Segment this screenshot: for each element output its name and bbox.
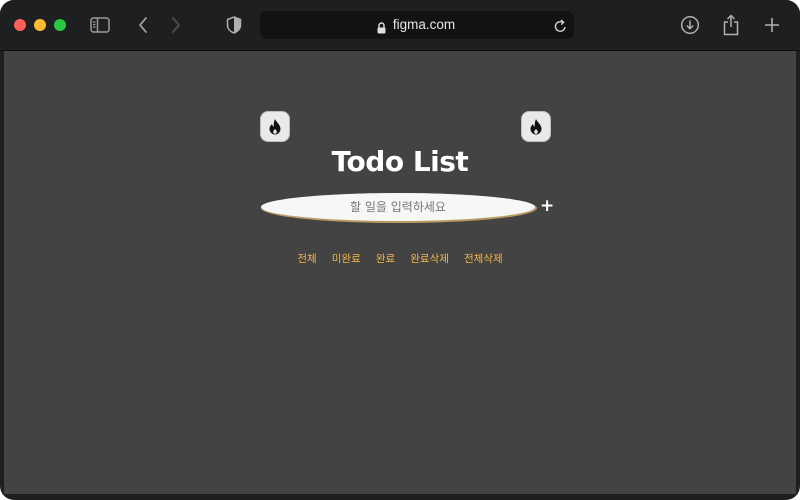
add-todo-button[interactable]: + — [540, 196, 554, 216]
todo-input[interactable] — [261, 193, 535, 221]
shield-icon[interactable] — [223, 14, 245, 36]
download-icon[interactable] — [679, 14, 701, 36]
fire-icon — [260, 111, 290, 142]
address-bar[interactable]: figma.com — [260, 11, 574, 39]
plus-icon[interactable] — [761, 14, 783, 36]
filter-incomplete-button[interactable]: 미완료 — [332, 251, 361, 266]
filter-complete-button[interactable]: 완료 — [376, 251, 395, 266]
page-content: Todo List + 전체 미완료 완료 완료삭제 전체삭제 — [4, 51, 796, 494]
maximize-window-button[interactable] — [54, 19, 66, 31]
reload-icon[interactable] — [554, 18, 567, 37]
url-text: figma.com — [392, 17, 456, 32]
delete-all-button[interactable]: 전체삭제 — [464, 251, 503, 266]
fire-icon — [521, 111, 551, 142]
filter-all-button[interactable]: 전체 — [297, 251, 316, 266]
sidebar-icon[interactable] — [89, 14, 111, 36]
page-title: Todo List — [331, 145, 469, 178]
todo-input-wrapper — [261, 193, 537, 223]
browser-toolbar: figma.com — [0, 0, 800, 51]
chevron-right-icon[interactable] — [165, 14, 187, 36]
minimize-window-button[interactable] — [34, 19, 46, 31]
filter-bar: 전체 미완료 완료 완료삭제 전체삭제 — [4, 247, 796, 266]
share-icon[interactable] — [720, 14, 742, 36]
close-window-button[interactable] — [14, 19, 26, 31]
browser-window: figma.com Todo List + 전체 미완료 — [0, 0, 800, 500]
delete-completed-button[interactable]: 완료삭제 — [410, 251, 449, 266]
chevron-left-icon[interactable] — [132, 14, 154, 36]
